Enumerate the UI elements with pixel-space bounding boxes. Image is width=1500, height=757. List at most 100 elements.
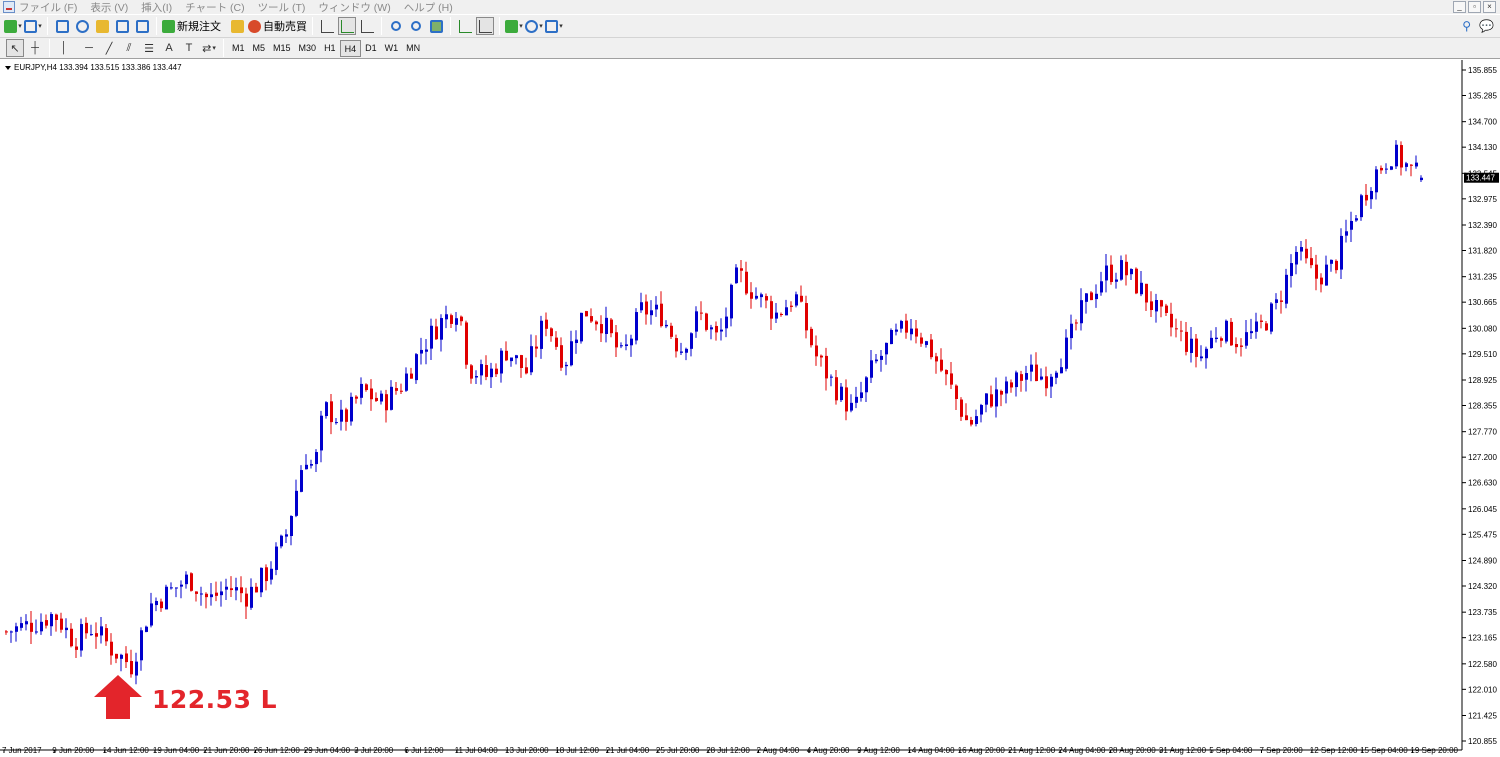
periods-button[interactable]: ▾ <box>525 17 543 35</box>
fibonacci-icon: ☰ <box>144 42 154 55</box>
meta-editor-button[interactable] <box>228 17 246 35</box>
tester-button[interactable] <box>133 17 151 35</box>
candle-body <box>1405 163 1408 167</box>
new-chart-button[interactable]: ▾ <box>4 17 22 35</box>
candle-body <box>810 328 813 346</box>
zoom-in-button[interactable] <box>387 17 405 35</box>
candle-body <box>1065 337 1068 369</box>
candle-body <box>1000 390 1003 395</box>
candle-body <box>165 586 168 610</box>
toolbar-separator <box>381 17 382 35</box>
crosshair-button[interactable]: ┼ <box>26 39 44 57</box>
tile-windows-button[interactable] <box>427 17 445 35</box>
app-icon <box>3 1 15 13</box>
menu-help[interactable]: ヘルプ (H) <box>404 0 453 15</box>
x-tick-label: 16 Aug 20:00 <box>958 746 1006 755</box>
menu-window[interactable]: ウィンドウ (W) <box>318 0 390 15</box>
candle-body <box>270 568 273 580</box>
restore-icon[interactable]: ▫ <box>1468 1 1481 13</box>
candle-body <box>1090 292 1093 301</box>
templates-button[interactable]: ▾ <box>545 17 563 35</box>
toolbar-separator <box>223 39 224 57</box>
up-arrow-icon <box>94 675 142 719</box>
timeframe-h1[interactable]: H1 <box>320 40 340 57</box>
candle-body <box>1010 382 1013 388</box>
candle-body <box>640 302 643 311</box>
bar-chart-button[interactable] <box>318 17 336 35</box>
candle-body <box>1125 261 1128 276</box>
navigator-button[interactable] <box>93 17 111 35</box>
candle-body <box>610 319 613 334</box>
timeframe-m1[interactable]: M1 <box>228 40 249 57</box>
arrows-button[interactable]: ⇄ ▾ <box>200 39 218 57</box>
auto-trading-button[interactable]: 自動売買 <box>248 17 307 35</box>
toolbar-separator <box>156 17 157 35</box>
timeframe-d1[interactable]: D1 <box>361 40 381 57</box>
timeframe-mn[interactable]: MN <box>402 40 424 57</box>
candle-body <box>450 315 453 324</box>
candle-body <box>585 311 588 317</box>
new-order-button[interactable]: 新規注文 <box>162 17 221 35</box>
candle-body <box>140 630 143 661</box>
candle-body <box>595 321 598 325</box>
candle-body <box>335 422 338 424</box>
search-icon[interactable]: ⚲ <box>1462 19 1471 33</box>
candle-body <box>85 622 88 634</box>
candle-body <box>900 321 903 329</box>
minimize-icon[interactable]: _ <box>1453 1 1466 13</box>
candle-body <box>865 377 868 393</box>
market-watch-button[interactable] <box>53 17 71 35</box>
menu-charts[interactable]: チャート (C) <box>185 0 244 15</box>
fibonacci-button[interactable]: ☰ <box>140 39 158 57</box>
vertical-line-button[interactable]: │ <box>55 39 73 57</box>
x-tick-label: 19 Sep 20:00 <box>1410 746 1458 755</box>
candle-body <box>1225 320 1228 342</box>
chart-shift-button[interactable] <box>476 17 494 35</box>
autoscroll-button[interactable] <box>456 17 474 35</box>
candle-body <box>1180 330 1183 332</box>
chart-area[interactable]: 135.855135.285134.700134.130133.545132.9… <box>0 60 1500 757</box>
x-tick-label: 31 Aug 12:00 <box>1159 746 1207 755</box>
text-button[interactable]: A <box>160 39 178 57</box>
timeframe-m30[interactable]: M30 <box>295 40 321 57</box>
profiles-button[interactable]: ▾ <box>24 17 42 35</box>
candle-body <box>440 318 443 340</box>
price-chart[interactable]: 135.855135.285134.700134.130133.545132.9… <box>0 60 1500 757</box>
indicators-button[interactable]: ▾ <box>505 17 523 35</box>
close-icon[interactable]: × <box>1483 1 1496 13</box>
menu-file[interactable]: ファイル (F) <box>19 0 77 15</box>
menu-tools[interactable]: ツール (T) <box>258 0 306 15</box>
candle-body <box>95 633 98 637</box>
candle-body <box>1135 268 1138 294</box>
candle-body <box>1385 168 1388 170</box>
text-label-button[interactable]: T <box>180 39 198 57</box>
equidistant-channel-button[interactable]: ⫽ <box>120 39 138 57</box>
candle-body <box>1155 300 1158 312</box>
cursor-button[interactable]: ↖ <box>6 39 24 57</box>
chat-icon[interactable]: 💬 <box>1479 19 1494 33</box>
trendline-button[interactable]: ╱ <box>100 39 118 57</box>
horizontal-line-button[interactable]: ─ <box>80 39 98 57</box>
candle-body <box>950 373 953 385</box>
y-tick-label: 120.855 <box>1468 737 1497 746</box>
candle-body <box>745 271 748 294</box>
timeframe-w1[interactable]: W1 <box>381 40 403 57</box>
candle-body <box>310 464 313 466</box>
candle-body <box>960 399 963 417</box>
menu-view[interactable]: 表示 (V) <box>90 0 128 15</box>
menu-insert[interactable]: 挿入(I) <box>141 0 172 15</box>
candlestick-button[interactable] <box>338 17 356 35</box>
zoom-out-button[interactable] <box>407 17 425 35</box>
timeframe-m15[interactable]: M15 <box>269 40 295 57</box>
candle-body <box>615 332 618 348</box>
candle-body <box>1275 299 1278 303</box>
timeframe-h4[interactable]: H4 <box>339 39 362 57</box>
candle-body <box>10 631 13 633</box>
line-chart-button[interactable] <box>358 17 376 35</box>
candle-body <box>1420 177 1423 181</box>
timeframe-toolbar: M1 M5 M15 M30 H1 H4 D1 W1 MN <box>228 39 424 57</box>
terminal-button[interactable] <box>113 17 131 35</box>
data-window-button[interactable] <box>73 17 91 35</box>
candle-body <box>470 365 473 379</box>
timeframe-m5[interactable]: M5 <box>249 40 270 57</box>
